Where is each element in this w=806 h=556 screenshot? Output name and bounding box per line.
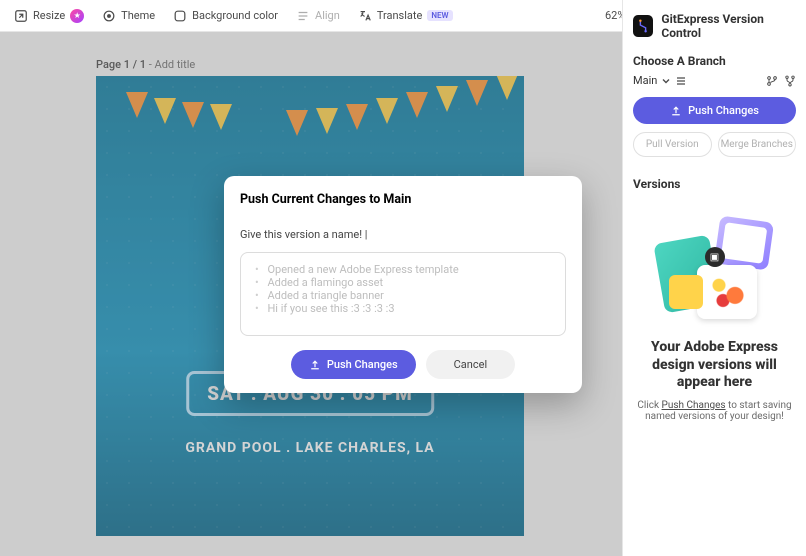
dialog-cancel-button[interactable]: Cancel: [426, 350, 515, 379]
note-item: Opened a new Adobe Express template: [255, 263, 551, 276]
branch-selector[interactable]: Main: [633, 74, 657, 87]
choose-branch-title: Choose A Branch: [633, 54, 796, 68]
push-changes-link[interactable]: Push Changes: [662, 400, 726, 411]
panel-header: GitExpress Version Control: [633, 12, 796, 40]
dialog-push-button[interactable]: Push Changes: [291, 350, 416, 379]
versions-title: Versions: [633, 177, 796, 191]
dialog-title: Push Current Changes to Main: [240, 192, 566, 207]
branch-icon[interactable]: [766, 75, 778, 87]
align-button: Align: [296, 9, 340, 23]
align-label: Align: [315, 9, 340, 22]
fork-icon[interactable]: [784, 75, 796, 87]
gitexpress-logo: [633, 15, 653, 37]
resize-icon: [14, 9, 28, 23]
gitexpress-panel: GitExpress Version Control Choose A Bran…: [622, 0, 806, 556]
push-dialog: Push Current Changes to Main Opened a ne…: [224, 176, 582, 393]
note-item: Added a flamingo asset: [255, 276, 551, 289]
panel-title: GitExpress Version Control: [661, 12, 796, 40]
bgcolor-label: Background color: [192, 9, 278, 22]
align-icon: [296, 9, 310, 23]
translate-button[interactable]: Translate NEW: [358, 9, 453, 23]
merge-branches-button[interactable]: Merge Branches: [718, 132, 797, 157]
theme-button[interactable]: Theme: [102, 9, 155, 23]
bgcolor-button[interactable]: Background color: [173, 9, 278, 23]
bgcolor-icon: [173, 9, 187, 23]
new-badge: NEW: [427, 10, 452, 21]
versions-empty-state: ▣ Your Adobe Express design versions wil…: [633, 201, 796, 422]
folder-icon: ▣: [705, 247, 725, 267]
resize-button[interactable]: Resize ★: [14, 9, 84, 23]
versions-illustration: ▣: [655, 209, 775, 329]
version-name-input[interactable]: [240, 228, 566, 242]
upload-icon: [309, 359, 321, 371]
pull-version-button[interactable]: Pull Version: [633, 132, 712, 157]
chevron-down-icon[interactable]: [661, 76, 671, 86]
note-item: Added a triangle banner: [255, 289, 551, 302]
list-icon[interactable]: [675, 75, 687, 87]
theme-icon: [102, 9, 116, 23]
translate-icon: [358, 9, 372, 23]
versions-heading: Your Adobe Express design versions will …: [639, 339, 790, 392]
note-item: Hi if you see this :3 :3 :3 :3: [255, 302, 551, 315]
translate-label: Translate: [377, 9, 423, 22]
versions-subtext: Click Push Changes to start saving named…: [633, 400, 796, 422]
resize-label: Resize: [33, 9, 65, 22]
push-changes-button[interactable]: Push Changes: [633, 97, 796, 124]
theme-label: Theme: [121, 9, 155, 22]
premium-icon: ★: [70, 9, 84, 23]
changes-notes[interactable]: Opened a new Adobe Express template Adde…: [240, 252, 566, 336]
upload-icon: [670, 105, 682, 117]
